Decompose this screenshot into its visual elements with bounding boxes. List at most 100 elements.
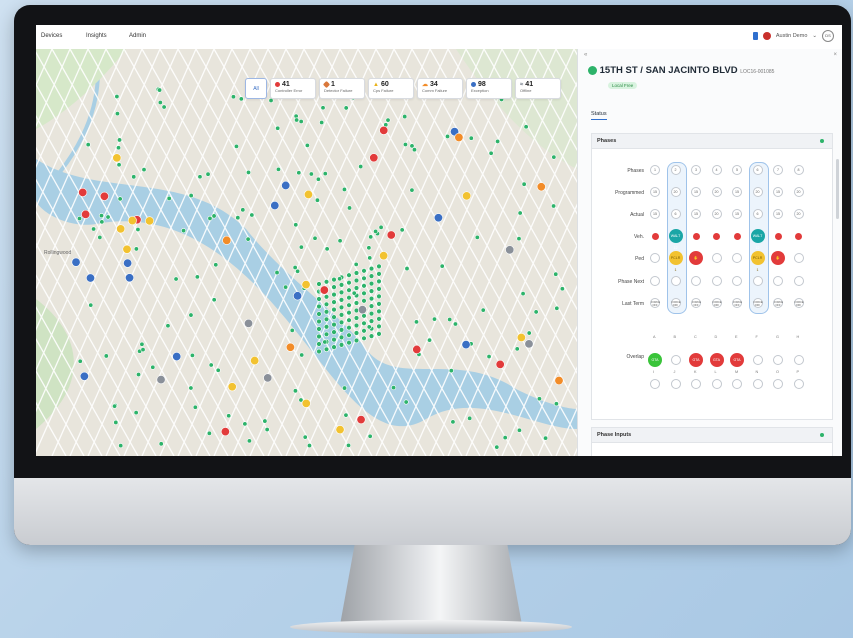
signal-marker[interactable] [376, 316, 382, 322]
signal-marker[interactable] [181, 228, 187, 234]
overlap-cell[interactable]: GTA 0+4 [709, 353, 724, 374]
signal-marker[interactable] [173, 276, 179, 282]
filter-controller-error[interactable]: 41 Controller Error [270, 78, 316, 99]
signal-marker[interactable] [409, 187, 415, 193]
last-term-cell[interactable]: FORCE OFF [773, 298, 783, 308]
signal-marker[interactable] [306, 443, 312, 449]
programmed-cell[interactable]: 20 [711, 187, 722, 197]
signal-marker[interactable] [341, 186, 347, 192]
last-term-cell[interactable]: FORCE OFF [732, 298, 742, 308]
device-icon[interactable] [752, 32, 758, 40]
signal-marker[interactable] [343, 105, 349, 111]
signal-marker[interactable] [468, 135, 474, 141]
signal-marker[interactable] [358, 164, 364, 170]
signal-marker[interactable] [517, 210, 523, 216]
signal-marker[interactable] [135, 226, 141, 232]
signal-marker[interactable] [206, 430, 212, 436]
signal-marker[interactable] [368, 295, 375, 302]
alert-marker[interactable] [524, 339, 534, 349]
signal-marker[interactable] [480, 307, 486, 313]
alert-marker[interactable] [125, 273, 135, 283]
programmed-cell[interactable]: 15 [732, 187, 742, 197]
signal-marker[interactable] [331, 314, 337, 320]
signal-marker[interactable] [368, 273, 375, 279]
signal-marker[interactable] [308, 171, 314, 177]
signal-marker[interactable] [516, 427, 522, 433]
phase-cell[interactable]: 1 [650, 165, 660, 175]
signal-marker[interactable] [366, 324, 372, 330]
signal-marker[interactable] [514, 346, 520, 352]
signal-marker[interactable] [314, 197, 320, 203]
signal-marker[interactable] [494, 444, 500, 450]
actual-cell[interactable]: 15 [650, 209, 660, 219]
alert-marker[interactable] [172, 352, 182, 362]
signal-marker[interactable] [192, 404, 198, 410]
signal-marker[interactable] [294, 117, 300, 123]
signal-marker[interactable] [368, 288, 375, 294]
vehicle-signal-cell[interactable] [733, 232, 741, 240]
signal-marker[interactable] [346, 272, 352, 278]
overlap-cell[interactable] [793, 355, 804, 365]
signal-marker[interactable] [157, 87, 163, 93]
signal-marker[interactable] [298, 244, 304, 250]
ped-signal-cell[interactable]: PCLR 1 [750, 251, 765, 272]
phase-next-cell[interactable] [793, 276, 804, 286]
signal-marker[interactable] [323, 346, 330, 352]
signal-marker[interactable] [296, 170, 302, 176]
phase-cell[interactable]: 8 [793, 165, 804, 175]
nav-devices[interactable]: Devices [41, 33, 62, 39]
ped-signal-cell[interactable] [793, 253, 804, 263]
alert-marker[interactable] [285, 342, 295, 352]
ped-hand-icon[interactable]: ✋ [689, 251, 703, 265]
signal-marker[interactable] [361, 335, 367, 341]
signal-marker[interactable] [211, 213, 217, 219]
signal-marker[interactable] [331, 329, 337, 335]
vehicle-signal-cell[interactable] [692, 232, 700, 240]
filter-detector-failure[interactable]: 1 Detector Failure [319, 78, 365, 99]
ped-signal-cell[interactable] [732, 253, 742, 263]
alert-marker[interactable] [122, 244, 132, 254]
signal-marker[interactable] [302, 434, 308, 440]
signal-marker[interactable] [353, 330, 360, 336]
signal-marker[interactable] [316, 318, 322, 325]
signal-marker[interactable] [194, 274, 200, 280]
signal-marker[interactable] [526, 330, 532, 336]
vehicle-signal-cell[interactable] [774, 232, 782, 240]
overlap-cell[interactable]: GTA 7+0 [689, 353, 703, 374]
signal-marker[interactable] [559, 286, 565, 292]
signal-marker[interactable] [411, 147, 417, 153]
alert-marker[interactable] [301, 280, 311, 290]
avatar[interactable]: DS [822, 30, 834, 42]
alert-marker[interactable] [270, 200, 280, 210]
signal-marker[interactable] [304, 142, 310, 148]
signal-marker[interactable] [316, 326, 322, 332]
signal-marker[interactable] [230, 94, 236, 100]
signal-marker[interactable] [353, 300, 360, 306]
alert-marker[interactable] [303, 189, 313, 199]
signal-marker[interactable] [376, 323, 382, 330]
last-term-cell[interactable]: FORCE OFF [670, 298, 681, 308]
signal-marker[interactable] [131, 174, 137, 180]
signal-marker[interactable] [77, 216, 83, 222]
signal-marker[interactable] [189, 352, 195, 358]
signal-marker[interactable] [166, 195, 172, 201]
phase-cell[interactable]: 4 [711, 165, 722, 175]
phase-next-cell[interactable] [773, 276, 783, 286]
signal-marker[interactable] [452, 321, 458, 327]
signal-marker[interactable] [523, 124, 529, 130]
signal-marker[interactable] [112, 403, 118, 409]
signal-marker[interactable] [292, 264, 298, 270]
filter-exception[interactable]: 98 Exception [466, 78, 512, 99]
signal-marker[interactable] [543, 435, 549, 441]
signal-marker[interactable] [338, 312, 345, 318]
tab-status[interactable]: Status [591, 111, 607, 120]
actual-cell[interactable]: 20 [793, 209, 804, 219]
alert-marker[interactable] [462, 191, 472, 201]
overlap-cell[interactable] [691, 379, 701, 389]
signal-marker[interactable] [213, 262, 219, 268]
phase-cell[interactable]: 2 [670, 165, 681, 175]
signal-marker[interactable] [323, 279, 330, 285]
signal-marker[interactable] [353, 285, 360, 291]
signal-marker[interactable] [536, 396, 542, 402]
signal-marker[interactable] [368, 333, 375, 339]
